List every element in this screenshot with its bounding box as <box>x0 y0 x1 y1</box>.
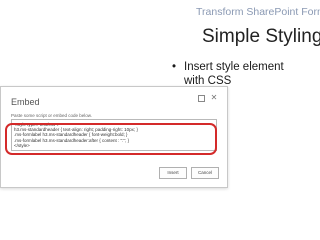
highlight-ring <box>5 123 217 155</box>
close-icon[interactable]: ✕ <box>209 93 219 103</box>
bullet-dot: • <box>172 61 177 73</box>
slide-title: Simple Styling <box>202 26 320 47</box>
slide-header: Transform SharePoint Forms <box>196 6 320 18</box>
restore-box-shape <box>198 95 205 102</box>
insert-button[interactable]: Insert <box>159 167 187 179</box>
bullet-text: Insert style element with CSS <box>184 61 284 87</box>
embed-dialog: Embed ✕ Paste some script or embed code … <box>0 86 228 188</box>
dialog-instruction: Paste some script or embed code below. <box>11 113 93 118</box>
cancel-button[interactable]: Cancel <box>191 167 219 179</box>
dialog-title: Embed <box>11 97 40 107</box>
restore-window-icon[interactable] <box>196 93 206 103</box>
